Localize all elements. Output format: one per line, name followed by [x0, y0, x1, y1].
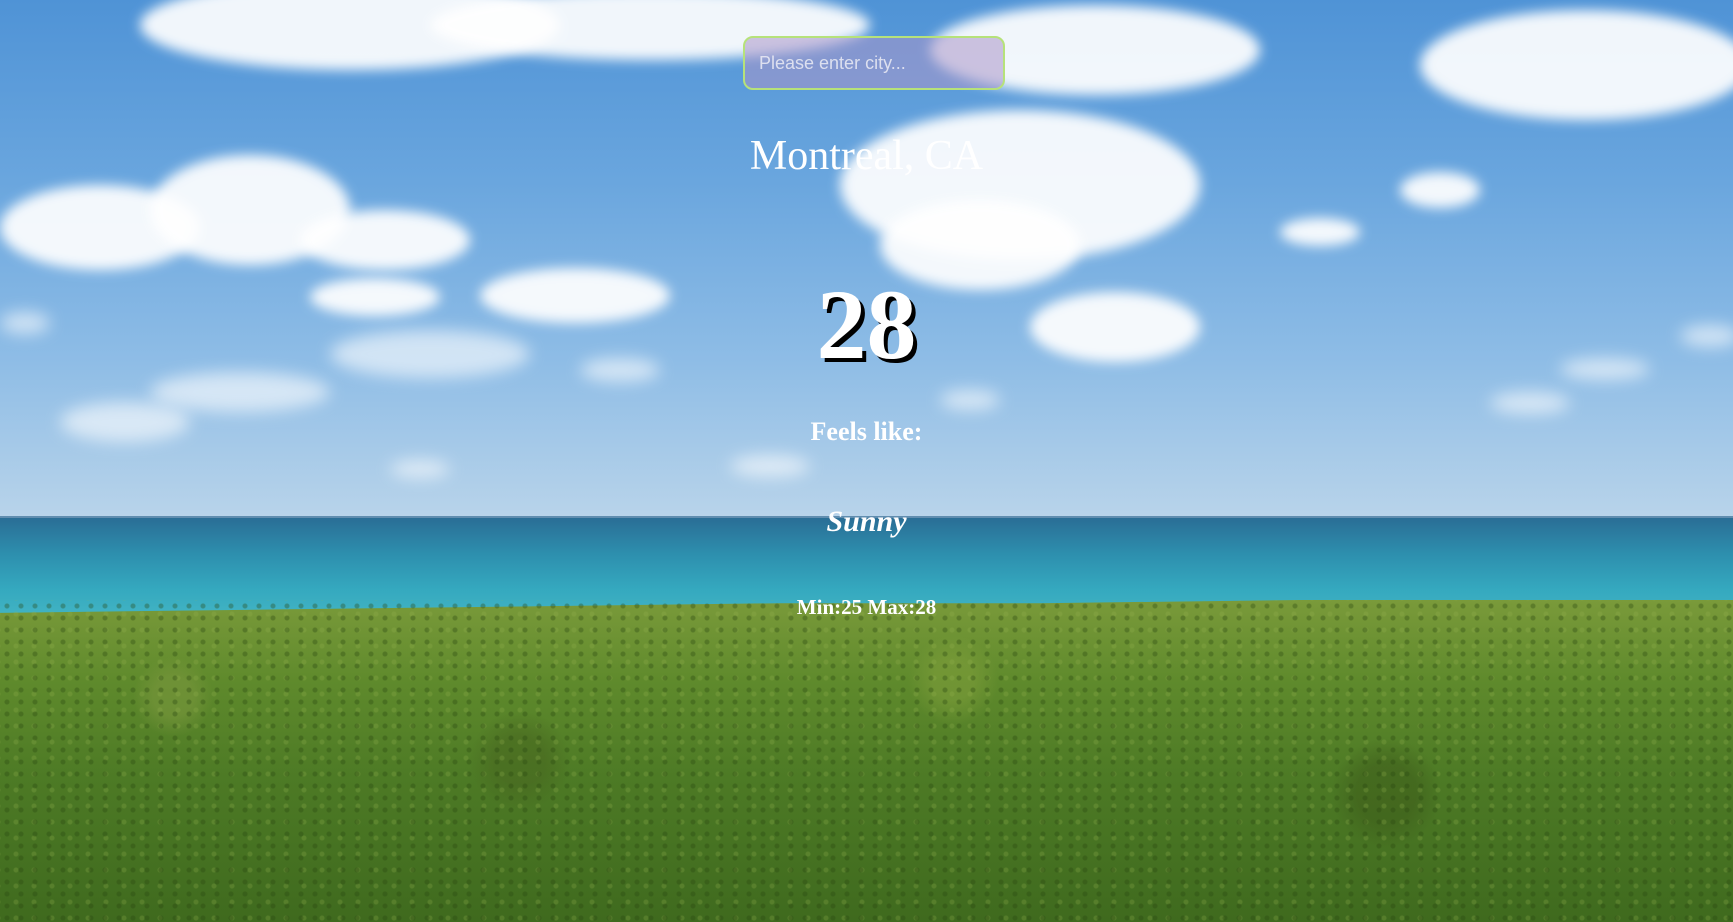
min-max-temperature: Min:25 Max:28: [796, 595, 937, 619]
city-name: Montreal, CA: [749, 133, 984, 179]
city-search-input[interactable]: [743, 36, 1005, 90]
temperature-value: 28: [816, 269, 917, 380]
feels-like-label: Feels like:: [810, 417, 923, 446]
forest-texture: [0, 600, 1733, 922]
weather-condition: Sunny: [826, 505, 907, 538]
search-container: [743, 36, 1005, 90]
